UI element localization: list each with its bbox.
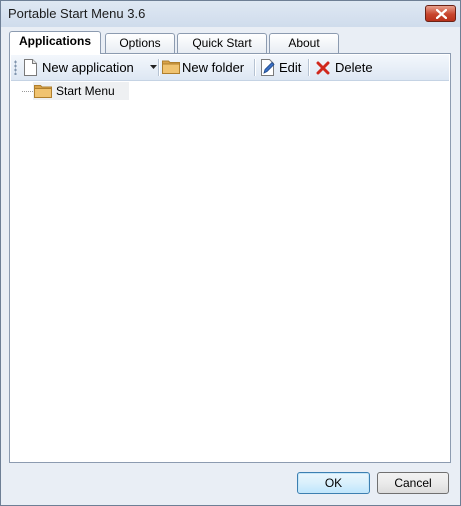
document-icon (24, 59, 37, 76)
tab-applications[interactable]: Applications (9, 31, 101, 54)
tree-item-label: Start Menu (56, 84, 115, 98)
title-bar[interactable]: Portable Start Menu 3.6 (1, 1, 460, 27)
folder-icon (34, 85, 52, 98)
window-title: Portable Start Menu 3.6 (8, 6, 146, 21)
main-window: Portable Start Menu 3.6 Applications Opt… (0, 0, 461, 506)
delete-button[interactable]: Delete (316, 57, 376, 78)
new-application-label: New application (42, 60, 134, 75)
tree-item-start-menu[interactable]: Start Menu (33, 82, 129, 100)
toolbar-separator (308, 59, 310, 76)
new-folder-button[interactable]: New folder (162, 57, 248, 78)
applications-panel: New application New folder Edit Delete S… (9, 53, 451, 463)
pencil-icon (261, 59, 275, 76)
folder-icon (162, 60, 180, 74)
close-icon (436, 9, 447, 19)
toolbar: New application New folder Edit Delete (11, 55, 449, 81)
tab-strip: Applications Options Quick Start About (9, 31, 449, 54)
toolbar-separator (254, 59, 256, 76)
new-folder-label: New folder (182, 60, 245, 75)
tab-about[interactable]: About (269, 33, 339, 53)
new-application-button[interactable]: New application (23, 57, 157, 78)
edit-label: Edit (279, 60, 302, 75)
delete-label: Delete (335, 60, 373, 75)
ok-button[interactable]: OK (297, 472, 370, 494)
toolbar-separator (158, 59, 160, 76)
tab-options[interactable]: Options (105, 33, 175, 53)
cancel-button[interactable]: Cancel (377, 472, 449, 494)
close-button[interactable] (425, 5, 456, 22)
toolbar-grip[interactable] (14, 60, 17, 75)
tree-connector (22, 91, 33, 93)
tab-quick-start[interactable]: Quick Start (177, 33, 267, 53)
edit-button[interactable]: Edit (260, 57, 305, 78)
chevron-down-icon[interactable] (150, 65, 157, 69)
red-x-icon (316, 61, 330, 75)
application-tree[interactable]: Start Menu (11, 81, 449, 461)
